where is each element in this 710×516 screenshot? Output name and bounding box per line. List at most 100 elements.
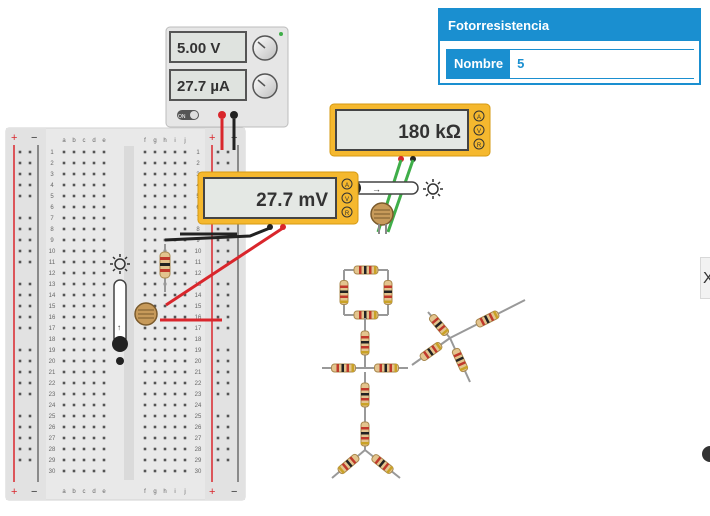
row-number: 24	[49, 403, 56, 409]
row-number: 15	[195, 304, 202, 310]
resistor-icon[interactable]	[322, 363, 365, 373]
resistor-icon[interactable]	[344, 265, 388, 275]
column-label: j	[183, 489, 185, 495]
row-number: 25	[49, 414, 56, 420]
column-label: g	[153, 489, 156, 495]
voltage-mode-buttons[interactable]: A V R	[341, 178, 353, 218]
column-label: h	[163, 138, 166, 144]
row-number: 22	[49, 381, 56, 387]
power-supply[interactable]: 5.00 V 27.7 µA ON	[165, 26, 289, 128]
row-number: 21	[195, 370, 202, 376]
resistor-icon[interactable]	[360, 372, 370, 418]
mode-a-label: A	[477, 115, 481, 121]
resistor-icon[interactable]	[449, 337, 471, 383]
row-number: 30	[195, 469, 202, 475]
resistor-icon[interactable]	[365, 363, 408, 373]
row-number: 23	[49, 392, 56, 398]
rail-minus-label: −	[31, 132, 37, 144]
row-number: 21	[49, 370, 56, 376]
rail-plus-label-right: +	[209, 132, 215, 144]
row-number: 11	[195, 260, 202, 266]
row-number: 10	[49, 249, 56, 255]
resistor-icon[interactable]	[339, 270, 349, 315]
rail-plus-label: +	[11, 132, 17, 144]
mode-v-label-2: V	[345, 197, 349, 203]
column-label: c	[83, 489, 86, 495]
resistor-icon[interactable]	[449, 299, 526, 339]
mode-r-label: R	[477, 143, 482, 149]
row-number: 17	[195, 326, 202, 332]
row-number: 18	[49, 337, 56, 343]
column-label: g	[153, 138, 156, 144]
rail-plus-label-bottom: +	[11, 486, 17, 498]
name-label: Nombre	[447, 50, 511, 78]
svg-text:→: →	[372, 184, 381, 194]
column-label: d	[92, 489, 95, 495]
svg-text:↑: ↑	[117, 323, 121, 332]
column-label: c	[83, 138, 86, 144]
row-number: 14	[49, 293, 56, 299]
side-panel-tab[interactable]: X	[700, 257, 710, 299]
mode-r-label-2: R	[345, 211, 350, 217]
properties-panel: Fotorresistencia Nombre	[438, 8, 701, 85]
row-number: 28	[195, 447, 202, 453]
row-number: 29	[49, 458, 56, 464]
name-field-row: Nombre	[446, 49, 695, 79]
row-number: 14	[195, 293, 202, 299]
supply-positive-terminal[interactable]	[218, 111, 226, 119]
name-input[interactable]	[510, 50, 695, 78]
row-number: 12	[195, 271, 202, 277]
row-number: 17	[49, 326, 56, 332]
row-number: 10	[195, 249, 202, 255]
row-number: 29	[195, 458, 202, 464]
column-label: d	[92, 138, 95, 144]
supply-negative-terminal[interactable]	[230, 111, 238, 119]
row-number: 27	[49, 436, 56, 442]
power-led-icon	[279, 32, 283, 36]
row-number: 12	[49, 271, 56, 277]
row-number: 20	[195, 359, 202, 365]
resistance-mode-buttons[interactable]: A V R	[473, 110, 485, 150]
resistor-icon[interactable]	[411, 337, 451, 366]
row-number: 25	[195, 414, 202, 420]
column-label: j	[183, 138, 185, 144]
rail-minus-label-bottom-right: −	[231, 486, 237, 498]
resistor-figure[interactable]	[322, 265, 526, 479]
resistor-icon[interactable]	[383, 270, 393, 315]
supply-current-display: 27.7 µA	[177, 78, 230, 95]
row-number: 15	[49, 304, 56, 310]
resistor-icon[interactable]	[360, 318, 370, 368]
rail-minus-label-bottom: −	[31, 486, 37, 498]
power-switch-label: ON	[178, 114, 186, 120]
column-label: i	[174, 138, 175, 144]
resistor-icon[interactable]	[360, 418, 370, 450]
row-number: 11	[49, 260, 56, 266]
resistor-icon[interactable]	[427, 311, 451, 339]
row-number: 24	[195, 403, 202, 409]
mode-v-label: V	[477, 129, 481, 135]
resistor-icon[interactable]	[331, 449, 366, 479]
row-number: 16	[49, 315, 56, 321]
row-number: 18	[195, 337, 202, 343]
resistor-icon[interactable]	[344, 310, 388, 320]
panel-title: Fotorresistencia	[440, 10, 699, 41]
column-label: i	[174, 489, 175, 495]
column-label: h	[163, 489, 166, 495]
multimeter-voltage[interactable]: 27.7 mV A V R	[197, 171, 359, 230]
rail-plus-label-bottom-right: +	[209, 486, 215, 498]
row-number: 23	[195, 392, 202, 398]
row-number: 26	[49, 425, 56, 431]
sun-icon	[423, 179, 443, 199]
voltage-reading: 27.7 mV	[256, 190, 328, 211]
row-number: 27	[195, 436, 202, 442]
photoresistor-breadboard-icon[interactable]	[134, 302, 158, 326]
row-number: 30	[49, 469, 56, 475]
supply-voltage-display: 5.00 V	[177, 40, 220, 57]
row-number: 26	[195, 425, 202, 431]
resistor-icon[interactable]	[364, 449, 401, 479]
row-number: 22	[195, 381, 202, 387]
row-number: 20	[49, 359, 56, 365]
multimeter-resistance[interactable]: 180 kΩ A V R	[329, 103, 491, 162]
row-number: 19	[195, 348, 202, 354]
row-number: 19	[49, 348, 56, 354]
